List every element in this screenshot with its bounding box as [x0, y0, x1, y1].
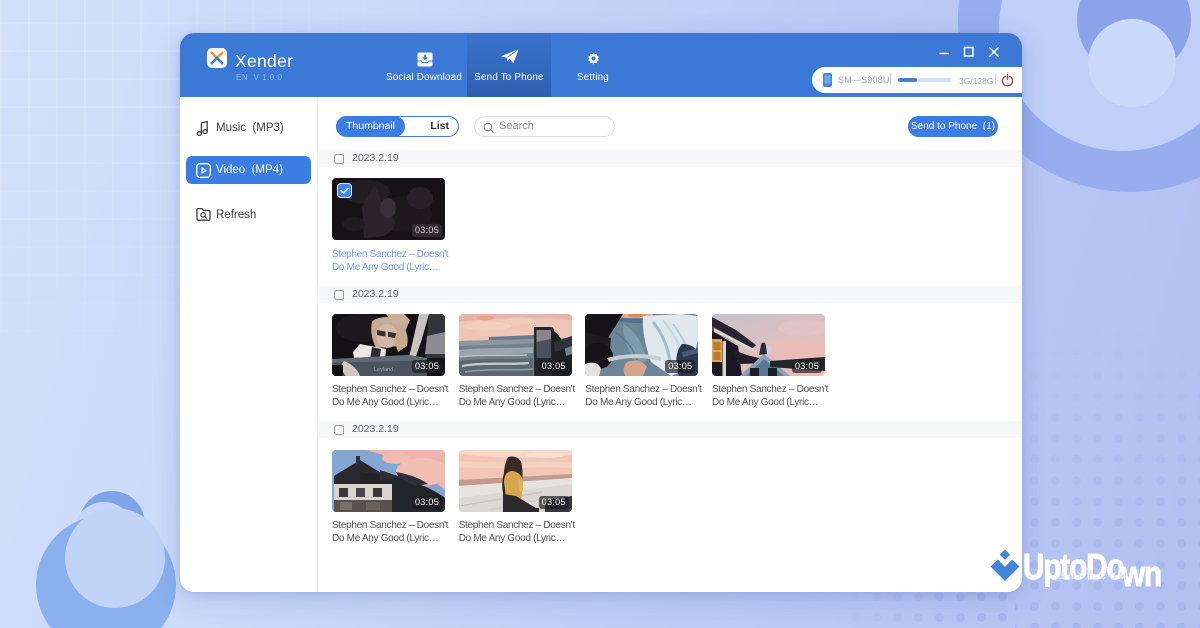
svg-text:Leyland: Leyland [374, 367, 393, 373]
